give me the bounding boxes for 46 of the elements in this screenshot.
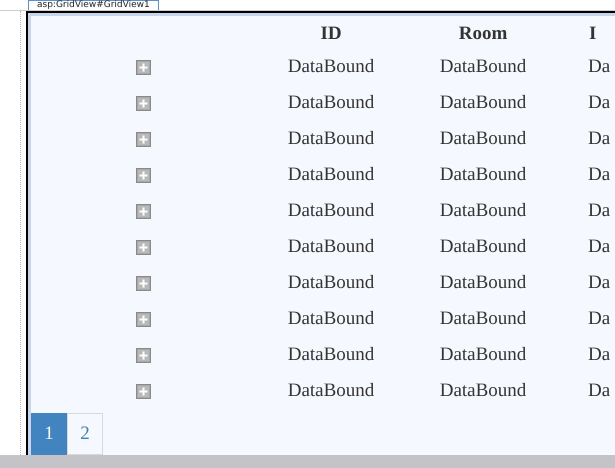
table-cell: Da [588,56,610,77]
expand-icon[interactable] [136,204,150,218]
table-cell: DataBound [288,236,374,257]
table-cell: DataBound [288,200,374,221]
table-cell: DataBound [440,308,526,329]
page-button[interactable]: 1 [31,413,67,455]
table-cell: DataBound [288,92,374,113]
table-cell: Da [588,236,610,257]
expand-icon[interactable] [136,132,150,146]
table-cell: DataBound [440,344,526,365]
table-cell: DataBound [288,56,374,77]
table-cell: DataBound [440,272,526,293]
table-cell: DataBound [440,200,526,221]
table-cell: DataBound [440,380,526,401]
control-tag: asp:GridView#GridView1 [28,0,159,10]
table-cell: Da [588,92,610,113]
expand-icon[interactable] [136,312,150,326]
expand-icon[interactable] [136,276,150,290]
table-cell: DataBound [440,236,526,257]
table-cell: DataBound [288,308,374,329]
column-header: I [589,23,596,44]
expand-icon[interactable] [136,240,150,254]
expand-icon[interactable] [136,60,150,74]
table-cell: DataBound [288,344,374,365]
page-button[interactable]: 2 [67,413,103,455]
table-cell: Da [588,380,610,401]
table-cell: DataBound [288,128,374,149]
table-cell: DataBound [288,380,374,401]
column-header: Room [458,23,508,44]
expand-icon[interactable] [136,168,150,182]
table-cell: Da [588,128,610,149]
expand-icon[interactable] [136,348,150,362]
table-cell: DataBound [440,56,526,77]
expand-icon[interactable] [136,96,150,110]
column-header: ID [320,23,342,44]
table-cell: DataBound [288,164,374,185]
table-cell: Da [588,308,610,329]
table-cell: DataBound [440,128,526,149]
table-cell: DataBound [440,92,526,113]
expand-icon[interactable] [136,384,150,398]
table-cell: Da [588,164,610,185]
table-cell: Da [588,200,610,221]
table-cell: Da [588,344,610,365]
table-cell: DataBound [440,164,526,185]
table-cell: Da [588,272,610,293]
table-cell: DataBound [288,272,374,293]
